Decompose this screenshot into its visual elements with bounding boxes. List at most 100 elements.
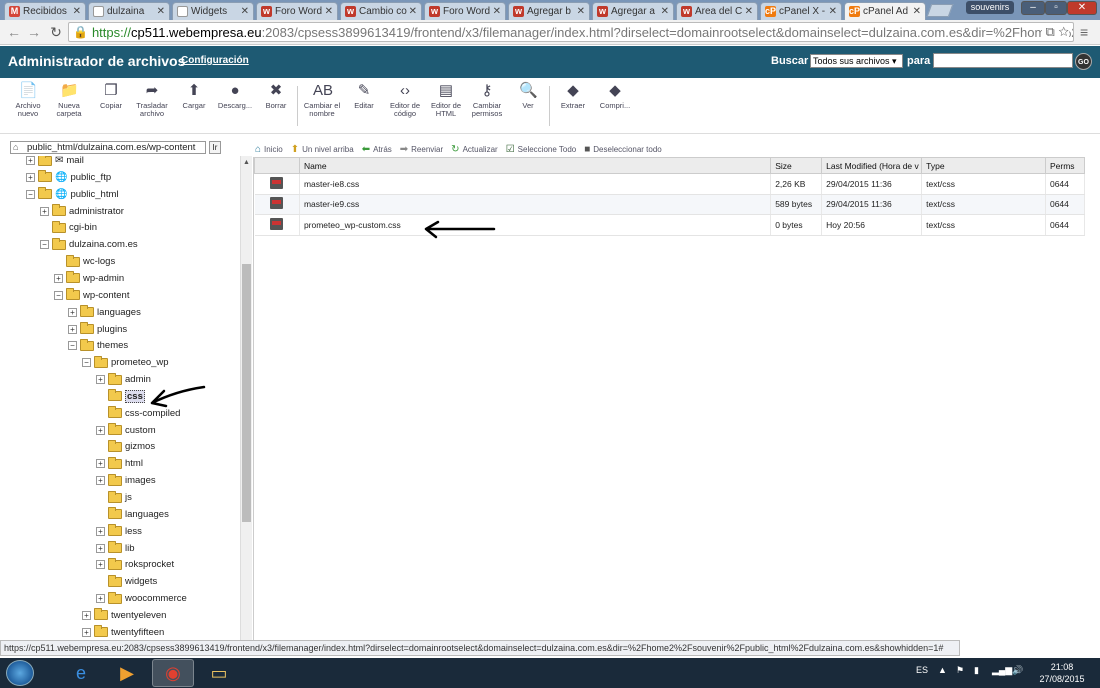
compress-button[interactable]: ◆ Compri...: [594, 82, 636, 110]
rename-button[interactable]: AB Cambiar el nombre: [301, 82, 343, 118]
tree-node[interactable]: + administrator: [40, 204, 124, 219]
internet-explorer-icon[interactable]: e: [60, 659, 102, 687]
tab-close-icon[interactable]: ✕: [745, 6, 753, 17]
clock[interactable]: 21:08 27/08/2015: [1032, 661, 1092, 685]
browser-tab[interactable]: Widgets ✕: [172, 2, 254, 20]
tree-node[interactable]: + 🌐 public_ftp: [26, 170, 111, 185]
start-button[interactable]: [6, 660, 34, 686]
tree-node[interactable]: + twentyfifteen: [82, 625, 164, 640]
tree-node[interactable]: + custom: [96, 423, 156, 438]
column-header[interactable]: Name: [298, 157, 772, 174]
column-header[interactable]: [254, 157, 300, 174]
tree-node[interactable]: languages: [96, 507, 169, 522]
tab-close-icon[interactable]: ✕: [493, 6, 501, 17]
tree-node[interactable]: js: [96, 490, 132, 505]
expand-icon[interactable]: +: [96, 594, 105, 604]
expand-icon[interactable]: +: [82, 610, 91, 620]
tree-node[interactable]: − prometeo_wp: [82, 355, 169, 370]
expand-icon[interactable]: +: [68, 324, 77, 334]
collapse-icon[interactable]: −: [54, 290, 63, 300]
settings-link[interactable]: Configuración: [181, 55, 249, 66]
tree-node[interactable]: + woocommerce: [96, 591, 187, 606]
browser-tab[interactable]: w Agregar a ✕: [592, 2, 674, 20]
scroll-thumb[interactable]: [242, 264, 251, 522]
expand-icon[interactable]: +: [96, 375, 105, 385]
minimize-button[interactable]: –: [1021, 1, 1045, 15]
back-arrow-icon[interactable]: ←: [6, 24, 22, 40]
tab-close-icon[interactable]: ✕: [829, 6, 837, 17]
tree-node[interactable]: + images: [96, 473, 156, 488]
forward-arrow-icon[interactable]: →: [26, 24, 42, 40]
move-file-button[interactable]: ➦ Trasladar archivo: [131, 82, 173, 118]
chrome-icon[interactable]: ◉: [152, 659, 194, 687]
table-row[interactable]: master-ie8.css 2,26 KB 29/04/2015 11:36 tex…: [254, 173, 1086, 195]
tree-node[interactable]: + roksprocket: [96, 557, 174, 572]
expand-icon[interactable]: +: [96, 526, 105, 536]
browser-tab[interactable]: w Cambio co ✕: [340, 2, 422, 20]
tree-node[interactable]: − 🌐 public_html: [26, 187, 119, 202]
collapse-icon[interactable]: −: [82, 358, 91, 368]
tree-node[interactable]: − wp-content: [54, 288, 129, 303]
upload-button[interactable]: ⬆ Cargar: [173, 82, 215, 110]
tree-node[interactable]: + ✉ mail: [26, 156, 84, 168]
edit-button[interactable]: ✎ Editar: [343, 82, 385, 110]
extract-button[interactable]: ◆ Extraer: [552, 82, 594, 110]
deselect-all-button[interactable]: ■ Deseleccionar todo: [584, 144, 662, 155]
tab-close-icon[interactable]: ✕: [409, 6, 417, 17]
new-tab-button[interactable]: [926, 4, 954, 17]
collapse-icon[interactable]: −: [40, 240, 49, 250]
code-editor-button[interactable]: ‹› Editor de código: [384, 82, 426, 118]
html-editor-button[interactable]: ▤ Editor de HTML: [425, 82, 467, 118]
tree-node[interactable]: css: [96, 389, 145, 404]
delete-button[interactable]: ✖ Borrar: [255, 82, 297, 110]
power-icon[interactable]: ▮: [974, 665, 979, 676]
media-player-icon[interactable]: ▶: [106, 659, 148, 687]
profile-button[interactable]: souvenirs: [966, 1, 1014, 14]
home-button[interactable]: ⌂ Inicio: [255, 144, 283, 155]
expand-icon[interactable]: +: [68, 307, 77, 317]
tree-node[interactable]: gizmos: [96, 439, 155, 454]
browser-tab[interactable]: w Agregar b ✕: [508, 2, 590, 20]
table-row[interactable]: prometeo_wp-custom.css 0 bytes Hoy 20:56 te…: [254, 214, 1086, 236]
language-indicator[interactable]: ES: [916, 665, 928, 675]
tab-close-icon[interactable]: ✕: [325, 6, 333, 17]
tree-node[interactable]: wc-logs: [54, 254, 115, 269]
tree-scrollbar[interactable]: ▲: [240, 156, 252, 640]
tab-close-icon[interactable]: ✕: [913, 6, 921, 17]
tree-node[interactable]: − themes: [68, 338, 128, 353]
maximize-button[interactable]: ▫: [1045, 1, 1067, 15]
refresh-button[interactable]: ↻ Actualizar: [451, 144, 498, 155]
tree-go-button[interactable]: Ir: [209, 141, 221, 154]
browser-tab[interactable]: w Foro Word ✕: [256, 2, 338, 20]
tab-close-icon[interactable]: ✕: [577, 6, 585, 17]
bookmark-star-icon[interactable]: ⧉ ☆: [1042, 24, 1069, 40]
tray-expand-icon[interactable]: ▲: [938, 665, 947, 675]
expand-icon[interactable]: +: [96, 476, 105, 486]
tab-close-icon[interactable]: ✕: [241, 6, 249, 17]
tree-node[interactable]: + languages: [68, 305, 141, 320]
tree-node[interactable]: widgets: [96, 574, 157, 589]
browser-tab[interactable]: w Foro Word ✕: [424, 2, 506, 20]
tree-node[interactable]: + plugins: [68, 322, 127, 337]
tree-path-input[interactable]: ⌂ public_html/dulzaina.com.es/wp-content: [10, 141, 206, 154]
tab-close-icon[interactable]: ✕: [73, 6, 81, 17]
browser-tab[interactable]: w Área del C ✕: [676, 2, 758, 20]
view-button[interactable]: 🔍 Ver: [507, 82, 549, 110]
expand-icon[interactable]: +: [96, 425, 105, 435]
browser-tab[interactable]: dulzaina ✕: [88, 2, 170, 20]
search-scope-select[interactable]: Todos sus archivos ▾: [810, 54, 903, 68]
close-window-button[interactable]: ✕: [1067, 1, 1097, 15]
select-all-button[interactable]: ☑ Seleccione Todo: [506, 144, 577, 155]
expand-icon[interactable]: +: [96, 543, 105, 553]
browser-tab[interactable]: cP cPanel X - ✕: [760, 2, 842, 20]
download-button[interactable]: ● Descarg...: [214, 82, 256, 110]
menu-icon[interactable]: ≡: [1080, 24, 1094, 40]
collapse-icon[interactable]: −: [68, 341, 77, 351]
expand-icon[interactable]: +: [96, 560, 105, 570]
tree-node[interactable]: + lib: [96, 541, 135, 556]
new-file-button[interactable]: 📄 Archivo nuevo: [7, 82, 49, 118]
up-level-button[interactable]: ⬆ Un nivel arriba: [291, 144, 354, 155]
network-icon[interactable]: ▂▄▆: [992, 665, 1012, 676]
flag-icon[interactable]: ⚑: [956, 665, 964, 676]
expand-icon[interactable]: +: [40, 206, 49, 216]
